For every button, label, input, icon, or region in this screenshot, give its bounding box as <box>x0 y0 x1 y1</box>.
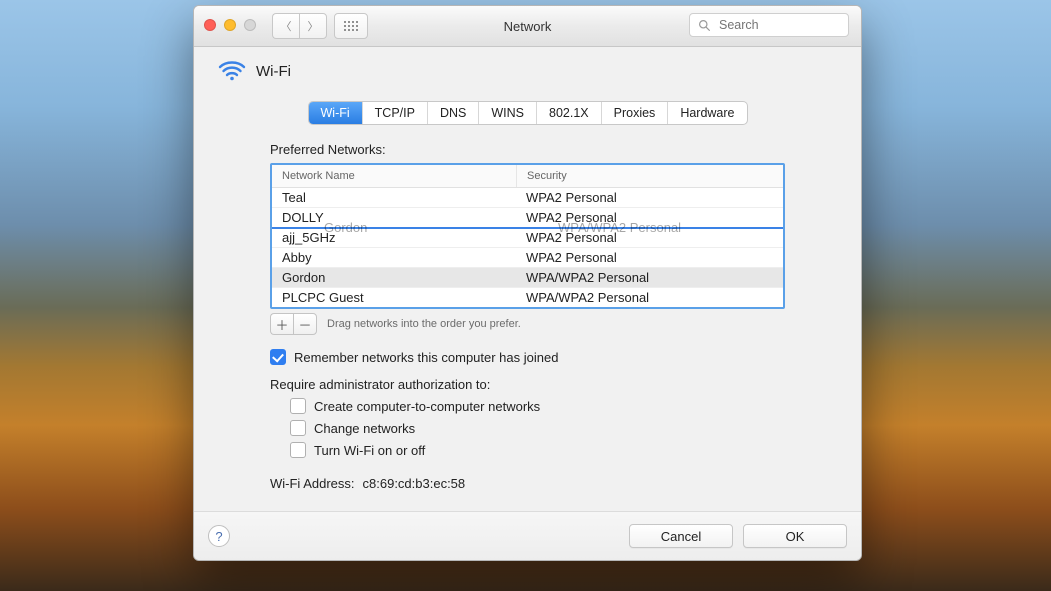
panel-title: Wi-Fi <box>256 63 291 80</box>
tab-hardware[interactable]: Hardware <box>668 102 746 124</box>
close-window-button[interactable] <box>204 19 216 31</box>
admin-change-networks-checkbox[interactable] <box>290 420 306 436</box>
add-network-button[interactable]: ＋ <box>270 313 293 335</box>
wifi-address-label: Wi-Fi Address: <box>270 476 355 491</box>
chevron-left-icon: 〈 <box>281 18 292 34</box>
grid-icon <box>344 21 358 31</box>
tab-wifi[interactable]: Wi-Fi <box>309 102 363 124</box>
tab-dns[interactable]: DNS <box>428 102 479 124</box>
titlebar: 〈 〉 Network <box>194 6 861 47</box>
table-header: Network Name Security <box>272 165 783 188</box>
remember-networks-checkbox[interactable] <box>270 349 286 365</box>
search-field[interactable] <box>689 13 849 37</box>
admin-toggle-wifi-label: Turn Wi-Fi on or off <box>314 443 425 458</box>
network-row[interactable]: PLCPC GuestWPA/WPA2 Personal <box>272 288 783 307</box>
nav-buttons: 〈 〉 <box>272 13 327 39</box>
admin-toggle-wifi-checkbox[interactable] <box>290 442 306 458</box>
admin-create-adhoc-checkbox[interactable] <box>290 398 306 414</box>
zoom-window-button[interactable] <box>244 19 256 31</box>
tab-proxies[interactable]: Proxies <box>602 102 669 124</box>
admin-create-adhoc-label: Create computer-to-computer networks <box>314 399 540 414</box>
preferred-networks-label: Preferred Networks: <box>270 142 785 157</box>
remember-networks-label: Remember networks this computer has join… <box>294 350 558 365</box>
search-input[interactable] <box>717 17 840 33</box>
tab-tcpip[interactable]: TCP/IP <box>363 102 428 124</box>
minimize-window-button[interactable] <box>224 19 236 31</box>
admin-change-networks-label: Change networks <box>314 421 415 436</box>
tab-wins[interactable]: WINS <box>479 102 537 124</box>
help-button[interactable]: ? <box>208 525 230 547</box>
network-row[interactable]: GordonWPA/WPA2 Personal <box>272 268 783 288</box>
chevron-right-icon: 〉 <box>308 18 319 34</box>
network-row[interactable]: ajj_5GHzWPA2 Personal <box>272 228 783 248</box>
show-all-button[interactable] <box>334 13 368 39</box>
search-icon <box>698 19 711 32</box>
window-controls <box>204 19 256 31</box>
remove-network-button[interactable]: － <box>293 313 317 335</box>
reorder-hint: Drag networks into the order you prefer. <box>327 318 521 330</box>
forward-button[interactable]: 〉 <box>299 13 327 39</box>
tab-8021x[interactable]: 802.1X <box>537 102 602 124</box>
network-row[interactable]: AbbyWPA2 Personal <box>272 248 783 268</box>
wifi-icon <box>218 60 246 82</box>
network-row[interactable]: DOLLYWPA2 Personal <box>272 208 783 228</box>
ok-button[interactable]: OK <box>743 524 847 548</box>
network-row[interactable]: TealWPA2 Personal <box>272 188 783 208</box>
preferences-window: 〈 〉 Network Wi-Fi <box>193 5 862 561</box>
wifi-address-value: c8:69:cd:b3:ec:58 <box>363 476 466 491</box>
column-network-name[interactable]: Network Name <box>272 165 517 187</box>
preferred-networks-table[interactable]: Network Name Security TealWPA2 Personal … <box>270 163 785 309</box>
require-admin-label: Require administrator authorization to: <box>270 377 785 392</box>
cancel-button[interactable]: Cancel <box>629 524 733 548</box>
tab-bar: Wi-Fi TCP/IP DNS WINS 802.1X Proxies Har… <box>309 102 747 124</box>
back-button[interactable]: 〈 <box>272 13 299 39</box>
column-security[interactable]: Security <box>517 165 783 187</box>
